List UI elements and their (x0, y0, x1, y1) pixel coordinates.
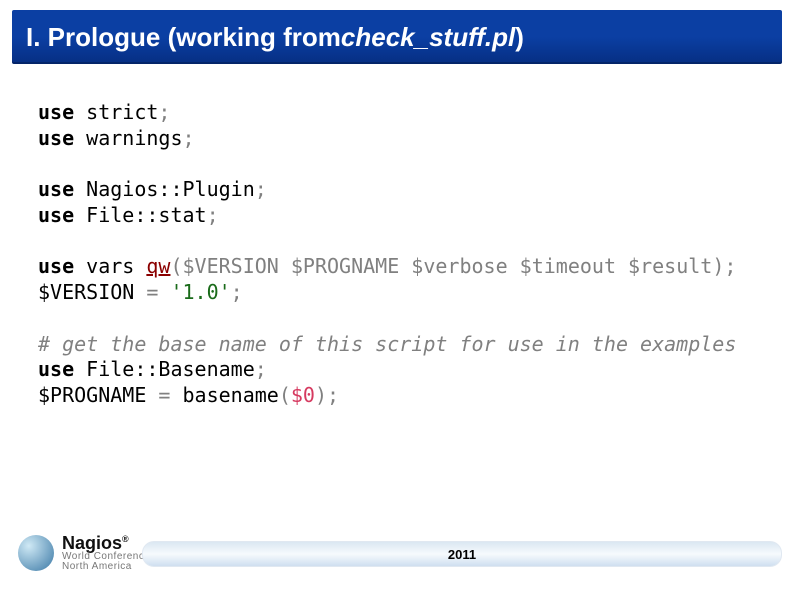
code-line: use warnings; (38, 126, 756, 152)
code-keyword: use (38, 254, 74, 278)
title-suffix: ) (515, 22, 524, 53)
code-keyword: use (38, 126, 74, 150)
footer: Nagios® World Conference North America 2… (12, 529, 782, 577)
code-ident: Nagios::Plugin (74, 177, 255, 201)
code-op: ; (724, 254, 736, 278)
code-arg: $0 (291, 383, 315, 407)
code-string: '1.0' (170, 280, 230, 304)
title-filename: check_stuff.pl (341, 22, 515, 53)
logo-text: Nagios® World Conference North America (62, 534, 150, 572)
code-line: # get the base name of this script for u… (38, 332, 756, 358)
blank-line (38, 151, 756, 177)
code-ident: File::stat (74, 203, 206, 227)
code-op: ; (183, 126, 195, 150)
code-ident: warnings (74, 126, 182, 150)
blank-line (38, 306, 756, 332)
code-keyword: use (38, 100, 74, 124)
globe-icon (18, 535, 54, 571)
code-keyword: use (38, 357, 74, 381)
code-op: ; (255, 357, 267, 381)
code-ident: basename (183, 383, 279, 407)
code-op: ; (327, 383, 339, 407)
code-ident: strict (74, 100, 158, 124)
code-line: $PROGNAME = basename($0); (38, 383, 756, 409)
code-keyword: use (38, 203, 74, 227)
blank-line (38, 228, 756, 254)
footer-bar: 2011 (142, 541, 782, 567)
code-ident: File::Basename (74, 357, 255, 381)
slide-title-bar: I. Prologue (working from check_stuff.pl… (12, 10, 782, 64)
code-line: use File::stat; (38, 203, 756, 229)
code-keyword: use (38, 177, 74, 201)
code-op: ; (231, 280, 243, 304)
logo-region: North America (62, 562, 150, 572)
code-var: $VERSION (38, 280, 134, 304)
title-prefix: I. Prologue (working from (26, 22, 341, 53)
code-block: use strict; use warnings; use Nagios::Pl… (38, 100, 756, 408)
slide: I. Prologue (working from check_stuff.pl… (0, 0, 794, 595)
code-op: ; (255, 177, 267, 201)
code-ident: vars (74, 254, 146, 278)
code-op: = (134, 280, 170, 304)
code-args: ($VERSION $PROGNAME $verbose $timeout $r… (170, 254, 724, 278)
code-line: use vars qw($VERSION $PROGNAME $verbose … (38, 254, 756, 280)
code-op: ; (158, 100, 170, 124)
code-line: $VERSION = '1.0'; (38, 280, 756, 306)
code-paren: ) (315, 383, 327, 407)
footer-year: 2011 (448, 547, 476, 562)
code-line: use strict; (38, 100, 756, 126)
code-paren: ( (279, 383, 291, 407)
code-line: use Nagios::Plugin; (38, 177, 756, 203)
code-op: ; (207, 203, 219, 227)
code-op: = (146, 383, 182, 407)
code-line: use File::Basename; (38, 357, 756, 383)
code-comment: # get the base name of this script for u… (38, 332, 736, 356)
nagios-logo: Nagios® World Conference North America (18, 534, 150, 572)
code-func: qw (146, 254, 170, 278)
logo-brand: Nagios® (62, 534, 150, 552)
code-var: $PROGNAME (38, 383, 146, 407)
